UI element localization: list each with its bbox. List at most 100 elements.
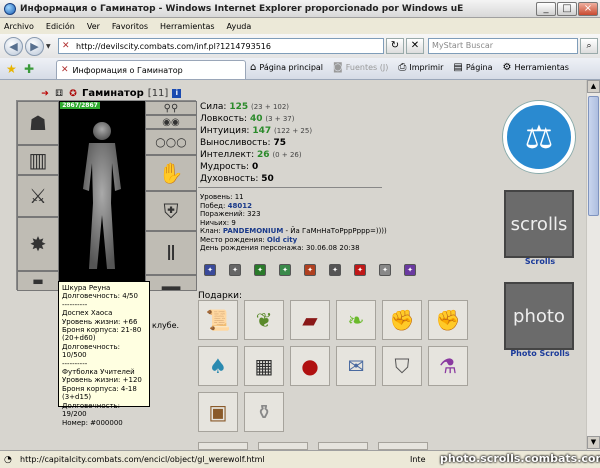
menu-edicion[interactable]: Edición [46, 22, 75, 31]
scroll-up-icon[interactable]: ▲ [587, 80, 600, 93]
watermark: photo.scrolls.combats.com [440, 452, 600, 465]
gift-leaf-icon[interactable]: ❧ [336, 300, 376, 340]
tab-active[interactable]: ✕ Информация о Гаминатор [56, 60, 246, 79]
gift-partial[interactable] [198, 442, 248, 450]
url-field[interactable]: ✕ http://devilscity.combats.com/inf.pl?1… [58, 38, 384, 54]
menu-archivo[interactable]: Archivo [4, 22, 34, 31]
scroll-thumb[interactable] [588, 96, 599, 216]
scrolls-banner[interactable]: scrolls [504, 190, 574, 258]
home-label: Página principal [259, 63, 324, 72]
badge-icon[interactable]: ✦ [204, 264, 216, 276]
weapon-slot[interactable]: ⚔ [17, 175, 59, 217]
info-birthplace: Место рождения: Old city [200, 236, 387, 245]
clan-link[interactable]: PANDEMONIUM [223, 227, 283, 235]
search-input[interactable]: MyStart Buscar [428, 38, 578, 54]
minimize-button[interactable]: _ [536, 1, 556, 16]
stat-row: Выносливость: 75 [200, 137, 312, 149]
gift-wreath-icon[interactable]: ❦ [244, 300, 284, 340]
badge-icon[interactable]: ✦ [404, 264, 416, 276]
scroll-down-icon[interactable]: ▼ [587, 436, 600, 449]
badge-icon[interactable]: ✦ [279, 264, 291, 276]
close-button[interactable]: × [578, 1, 598, 16]
scrolls-link[interactable]: Scrolls [520, 257, 560, 266]
stat-value: 147 [252, 126, 272, 136]
amulet-slot[interactable]: ◉◉ [145, 115, 197, 129]
stat-value: 0 [251, 162, 259, 172]
gift-scroll-icon[interactable]: 📜 [198, 300, 238, 340]
legs-slot[interactable]: Ⅱ [145, 231, 197, 275]
forward-button[interactable]: ▶ [25, 36, 44, 56]
rings-slot[interactable]: ○○○ [145, 129, 197, 155]
scales-icon[interactable]: ⚖ [503, 101, 575, 173]
page-menu-button[interactable]: ▤ Página [453, 62, 492, 73]
back-button[interactable]: ◀ [4, 36, 23, 56]
gift-partial[interactable] [258, 442, 308, 450]
gift-barrel-icon[interactable]: ▣ [198, 392, 238, 432]
stat-sub: (0 + 26) [272, 151, 302, 159]
gift-partial[interactable] [378, 442, 428, 450]
body-silhouette-icon [83, 122, 121, 269]
info-icon[interactable]: i [172, 89, 182, 98]
stat-value: 50 [261, 174, 274, 184]
history-dropdown-icon[interactable]: ▼ [46, 43, 54, 50]
badge-icon[interactable]: ✦ [304, 264, 316, 276]
command-bar: ⌂ Página principal ◙ Fuentes (J) ⎙ Imprimir… [250, 62, 569, 73]
favorites-star-icon[interactable]: ★ [6, 62, 20, 76]
printer-icon: ⎙ [398, 62, 407, 73]
badge-icon[interactable]: ✦ [354, 264, 366, 276]
info-wins: Побед: 48012 [200, 202, 387, 211]
add-favorite-icon[interactable]: ✚ [24, 62, 38, 76]
gift-mushroom-icon[interactable]: ♠ [198, 346, 238, 386]
stop-button[interactable]: ✕ [406, 38, 424, 54]
gift-lantern-icon[interactable]: ⚱ [244, 392, 284, 432]
print-label: Imprimir [409, 63, 444, 72]
print-button[interactable]: ⎙ Imprimir [398, 62, 443, 73]
menu-herramientas[interactable]: Herramientas [160, 22, 215, 31]
badge-icon[interactable]: ✦ [254, 264, 266, 276]
feeds-button[interactable]: ◙ Fuentes (J) [333, 62, 388, 73]
stat-label: Выносливость: [200, 138, 271, 148]
gift-card-icon[interactable]: ▦ [244, 346, 284, 386]
belt-slot[interactable]: ▬ [17, 271, 59, 291]
gift-potion-icon[interactable]: ⚗ [428, 346, 468, 386]
title-bar: Информация о Гаминатор - Windows Interne… [0, 0, 600, 18]
earring-slot[interactable]: ⚲⚲ [145, 101, 197, 115]
stats-block: Сила: 125 (23 + 102) Ловкость: 40 (3 + 3… [200, 101, 312, 185]
clan-motto: - Йа ГаМнНаТоРррРррр=)))) [285, 227, 387, 235]
tooltip-line: Доспех Хаоса [62, 309, 113, 318]
menu-ayuda[interactable]: Ayuda [227, 22, 252, 31]
badge-icon[interactable]: ✦ [229, 264, 241, 276]
badge-icon[interactable]: ✦ [379, 264, 391, 276]
photo-scrolls-link[interactable]: Photo Scrolls [506, 349, 574, 358]
menu-favoritos[interactable]: Favoritos [112, 22, 148, 31]
gift-book-icon[interactable]: ▰ [290, 300, 330, 340]
search-icon[interactable]: ⌕ [580, 38, 598, 54]
tools-menu-button[interactable]: ⚙ Herramientas [502, 62, 568, 73]
refresh-button[interactable]: ↻ [386, 38, 404, 54]
boots-slot[interactable]: ▂▂ [145, 275, 197, 291]
hp-bar: 2867/2867 [60, 102, 100, 109]
info-value: 323 [247, 210, 261, 218]
tooltip-line: Уровень жизни: +120 [62, 376, 142, 385]
shield-slot[interactable]: ⛨ [145, 191, 197, 231]
vertical-scrollbar[interactable]: ▲ ▼ [586, 80, 600, 450]
armor-slot[interactable]: ✸ [17, 217, 59, 271]
helmet-slot[interactable]: ☗ [17, 101, 59, 145]
maximize-button[interactable]: □ [557, 1, 577, 16]
photo-scrolls-banner[interactable]: photo [504, 282, 574, 350]
gift-partial[interactable] [318, 442, 368, 450]
gift-paper-icon[interactable]: ✉ [336, 346, 376, 386]
gloves-slot[interactable]: ✋ [145, 155, 197, 191]
menu-ver[interactable]: Ver [87, 22, 100, 31]
tab-bar: ★ ✚ ✕ Информация о Гаминатор ⌂ Página pri… [0, 58, 600, 80]
equipment-panel: ☗ ▥ ⚔ ✸ ▬ 2867/2867 ⚲⚲ ◉◉ ○○○ ✋ ⛨ Ⅱ ▂▂ [16, 100, 197, 291]
gift-gloves-icon[interactable]: ✊ [428, 300, 468, 340]
gift-gloves-icon[interactable]: ✊ [382, 300, 422, 340]
gift-orb-icon[interactable]: ● [290, 346, 330, 386]
badge-icon[interactable]: ✦ [329, 264, 341, 276]
stat-row: Сила: 125 (23 + 102) [200, 101, 312, 113]
gift-emblem-icon[interactable]: ⛉ [382, 346, 422, 386]
bracers-slot[interactable]: ▥ [17, 145, 59, 175]
badges-row: ✦ ✦ ✦ ✦ ✦ ✦ ✦ ✦ ✦ [204, 264, 416, 276]
home-button[interactable]: ⌂ Página principal [250, 62, 323, 73]
